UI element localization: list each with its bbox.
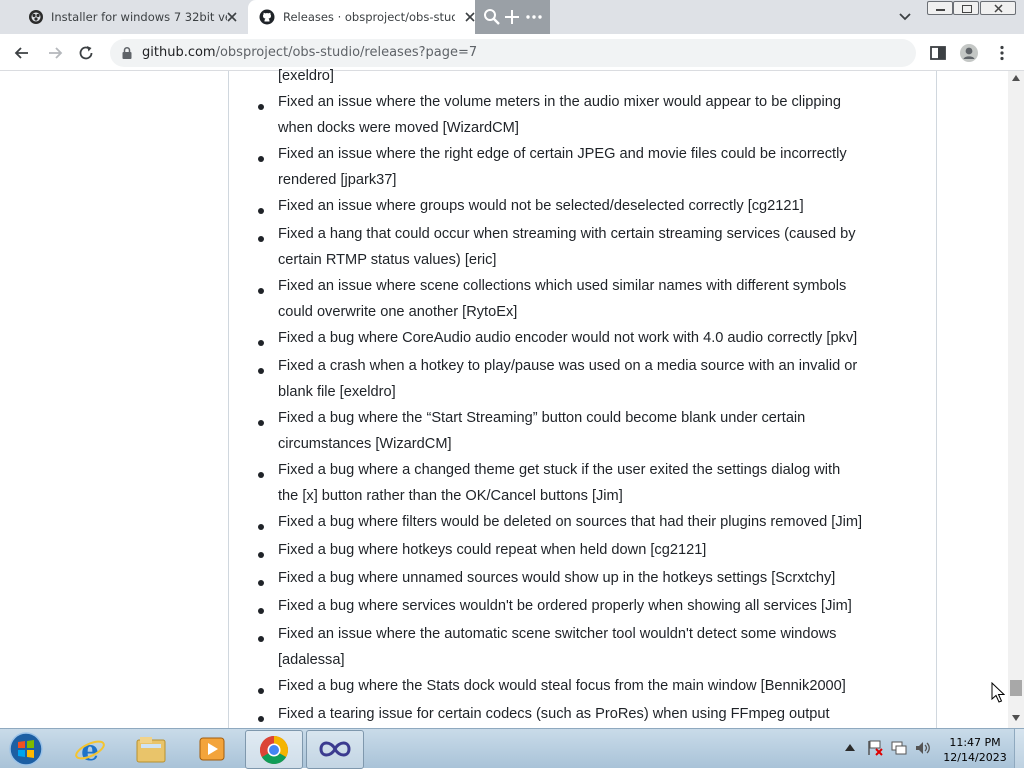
clock-date: 12/14/2023 bbox=[943, 751, 1007, 764]
volume-speaker-icon[interactable] bbox=[914, 739, 932, 757]
release-note-item: Fixed an issue where the automatic scene… bbox=[278, 626, 837, 642]
tab-releases[interactable]: Releases · obsproject/obs-studio bbox=[248, 0, 485, 34]
release-note-item: Fixed a bug where filters would be delet… bbox=[278, 514, 863, 530]
list-bullet bbox=[258, 104, 264, 110]
taskbar-internet-explorer[interactable]: e bbox=[62, 730, 118, 767]
release-note-continuation: certain RTMP status values) [eric] bbox=[278, 252, 497, 268]
list-bullet bbox=[258, 580, 264, 586]
scrollbar-thumb[interactable] bbox=[1010, 680, 1022, 696]
release-note-continuation: when docks were moved [WizardCM] bbox=[278, 120, 519, 136]
obs-favicon-icon bbox=[29, 10, 43, 24]
list-bullet bbox=[258, 716, 264, 722]
show-hidden-icons-icon[interactable] bbox=[845, 743, 855, 751]
tab-title: Releases · obsproject/obs-studio bbox=[283, 10, 455, 24]
list-bullet bbox=[258, 420, 264, 426]
url-path: /obsproject/obs-studio/releases?page=7 bbox=[215, 45, 478, 60]
browser-menu-icon[interactable] bbox=[992, 43, 1012, 63]
plus-icon[interactable] bbox=[503, 8, 521, 26]
list-bullet bbox=[258, 288, 264, 294]
restore-window-button[interactable] bbox=[953, 1, 979, 15]
clock-time: 11:47 PM bbox=[949, 736, 1001, 749]
mouse-cursor-icon bbox=[991, 682, 1005, 703]
list-bullet bbox=[258, 608, 264, 614]
release-note-continuation: [adalessa] bbox=[278, 652, 345, 668]
url-text: github.com/obsproject/obs-studio/release… bbox=[142, 45, 477, 60]
release-note-continuation: circumstances [WizardCM] bbox=[278, 436, 452, 452]
tab-search-chevron-down-icon[interactable] bbox=[896, 9, 914, 25]
more-icon[interactable] bbox=[525, 8, 543, 26]
taskbar-windows-explorer[interactable] bbox=[123, 730, 179, 767]
chrome-icon bbox=[260, 736, 288, 764]
close-tab-icon[interactable] bbox=[224, 9, 240, 25]
list-bullet bbox=[258, 340, 264, 346]
taskbar-media-player[interactable] bbox=[184, 730, 240, 767]
list-bullet bbox=[258, 552, 264, 558]
browser-tab-strip: Installer for windows 7 32bit vers Relea… bbox=[0, 0, 1024, 34]
release-note-continuation: rendered [jpark37] bbox=[278, 172, 397, 188]
release-note-item: Fixed a bug where CoreAudio audio encode… bbox=[278, 330, 858, 346]
release-note-item: Fixed a bug where hotkeys could repeat w… bbox=[278, 542, 707, 558]
release-note-continuation: could overwrite one another [RytoEx] bbox=[278, 304, 518, 320]
network-icon[interactable] bbox=[890, 739, 908, 757]
system-clock[interactable]: 11:47 PM 12/14/2023 bbox=[940, 735, 1010, 765]
github-favicon-icon bbox=[259, 9, 275, 25]
release-note-item: Fixed an issue where the volume meters i… bbox=[278, 94, 841, 110]
tab-title: Installer for windows 7 32bit vers bbox=[51, 10, 227, 24]
side-panel-icon[interactable] bbox=[928, 43, 948, 63]
scroll-up-arrow-icon[interactable] bbox=[1012, 75, 1020, 81]
list-bullet bbox=[258, 636, 264, 642]
windows-orb-icon bbox=[9, 732, 43, 766]
url-domain: github.com bbox=[142, 45, 216, 60]
taskbar-obs-studio[interactable] bbox=[306, 730, 364, 769]
tab-installer[interactable]: Installer for windows 7 32bit vers bbox=[8, 0, 248, 34]
windows-taskbar: e 11:47 PM 12/14/2023 bbox=[0, 728, 1024, 769]
list-bullet bbox=[258, 236, 264, 242]
list-bullet bbox=[258, 472, 264, 478]
obs-app-icon bbox=[319, 741, 351, 757]
release-note-item: Fixed a tearing issue for certain codecs… bbox=[278, 706, 830, 722]
lock-icon[interactable] bbox=[120, 46, 134, 60]
reload-icon[interactable] bbox=[76, 43, 96, 63]
internet-explorer-icon: e bbox=[75, 734, 105, 765]
release-note-item: Fixed an issue where scene collections w… bbox=[278, 278, 847, 294]
tab-overlay-tools bbox=[475, 0, 550, 34]
release-note-item: Fixed an issue where groups would not be… bbox=[278, 198, 804, 214]
page-scrollbar[interactable] bbox=[1008, 71, 1024, 728]
release-note-continuation: [exeldro] bbox=[278, 68, 334, 84]
list-bullet bbox=[258, 524, 264, 530]
scroll-down-arrow-icon[interactable] bbox=[1012, 715, 1020, 721]
start-button[interactable] bbox=[4, 730, 48, 767]
release-note-item: Fixed a bug where services wouldn't be o… bbox=[278, 598, 852, 614]
release-note-continuation: the [x] button rather than the OK/Cancel… bbox=[278, 488, 623, 504]
list-bullet bbox=[258, 688, 264, 694]
release-note-item: Fixed a bug where a changed theme get st… bbox=[278, 462, 841, 478]
release-note-item: Fixed a bug where the “Start Streaming” … bbox=[278, 410, 806, 426]
folder-icon bbox=[136, 737, 166, 763]
show-desktop-button[interactable] bbox=[1014, 729, 1024, 768]
back-arrow-icon[interactable] bbox=[12, 43, 32, 63]
release-note-item: Fixed a hang that could occur when strea… bbox=[278, 226, 856, 242]
action-center-flag-icon[interactable] bbox=[866, 739, 884, 757]
address-bar[interactable]: github.com/obsproject/obs-studio/release… bbox=[110, 39, 916, 67]
release-note-item: Fixed a bug where unnamed sources would … bbox=[278, 570, 836, 586]
release-note-item: Fixed a crash when a hotkey to play/paus… bbox=[278, 358, 858, 374]
close-window-button[interactable] bbox=[980, 1, 1016, 15]
release-note-item: Fixed an issue where the right edge of c… bbox=[278, 146, 847, 162]
list-bullet bbox=[258, 156, 264, 162]
release-note-continuation: blank file [exeldro] bbox=[278, 384, 396, 400]
zoom-icon[interactable] bbox=[483, 8, 501, 26]
release-note-item: Fixed a bug where the Stats dock would s… bbox=[278, 678, 846, 694]
minimize-icon bbox=[936, 9, 945, 11]
list-bullet bbox=[258, 368, 264, 374]
restore-icon bbox=[962, 5, 972, 13]
profile-avatar-icon[interactable] bbox=[959, 43, 979, 63]
media-player-icon bbox=[199, 737, 225, 761]
forward-arrow-icon[interactable] bbox=[45, 43, 65, 63]
close-icon bbox=[994, 4, 1003, 13]
list-bullet bbox=[258, 208, 264, 214]
minimize-window-button[interactable] bbox=[927, 1, 953, 15]
svg-text:e: e bbox=[81, 734, 99, 765]
taskbar-google-chrome[interactable] bbox=[245, 730, 303, 769]
